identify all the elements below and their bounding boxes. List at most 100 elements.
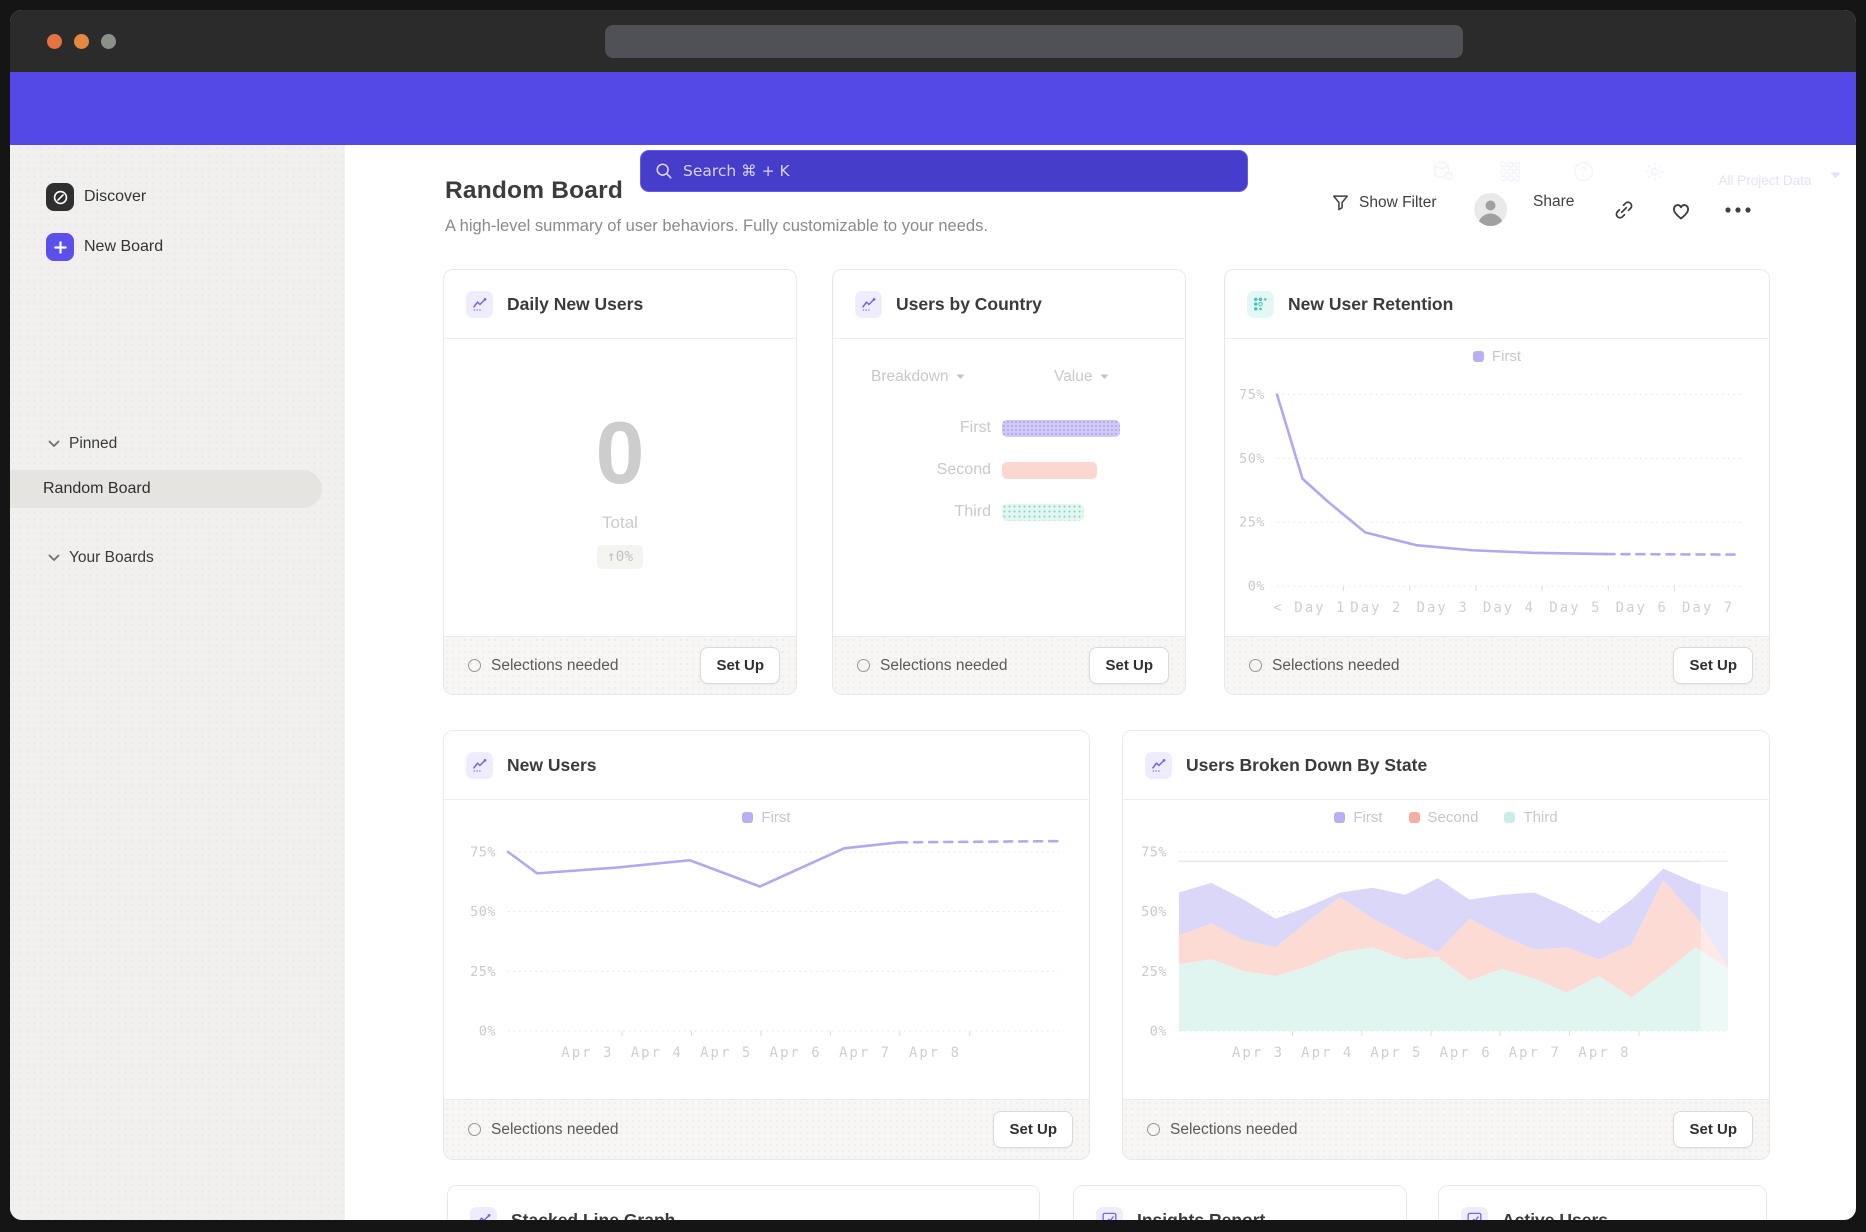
country-row: Third bbox=[833, 504, 1185, 521]
card-title: Insights Report bbox=[1137, 1210, 1265, 1221]
status-circle-icon bbox=[857, 659, 870, 672]
svg-text:Apr 6: Apr 6 bbox=[1439, 1045, 1491, 1061]
value-select-label: Value bbox=[1054, 368, 1093, 386]
status-text: Selections needed bbox=[1170, 1121, 1673, 1139]
svg-text:25%: 25% bbox=[470, 964, 496, 980]
sidebar-item-new-board[interactable]: New Board bbox=[46, 233, 163, 261]
metric-value: 0 bbox=[596, 409, 645, 497]
window-titlebar bbox=[10, 10, 1856, 72]
country-row-bar bbox=[1002, 420, 1120, 437]
card-footer: Selections needed Set Up bbox=[833, 636, 1185, 694]
card-footer: Selections needed Set Up bbox=[444, 636, 796, 694]
svg-text:Day 3: Day 3 bbox=[1417, 600, 1469, 616]
svg-text:50%: 50% bbox=[470, 904, 496, 920]
sidebar-section-pinned[interactable]: Pinned bbox=[48, 435, 117, 453]
svg-text:Apr 8: Apr 8 bbox=[1578, 1045, 1630, 1061]
breakdown-select[interactable]: Breakdown bbox=[871, 368, 965, 386]
svg-text:0%: 0% bbox=[1248, 579, 1265, 595]
svg-text:Apr 4: Apr 4 bbox=[1301, 1045, 1353, 1061]
report-chart-icon bbox=[1096, 1207, 1123, 1221]
caret-down-icon bbox=[1100, 374, 1109, 380]
browser-window: BoardsReportsUsersEvents Search ⌘ + K bbox=[10, 10, 1856, 1220]
svg-text:< Day 1: < Day 1 bbox=[1273, 600, 1346, 616]
more-options-icon[interactable] bbox=[1723, 205, 1753, 215]
screen: BoardsReportsUsersEvents Search ⌘ + K bbox=[0, 0, 1866, 1232]
set-up-button[interactable]: Set Up bbox=[1673, 647, 1753, 684]
svg-text:Apr 4: Apr 4 bbox=[631, 1045, 683, 1061]
country-row-label: Third bbox=[833, 503, 991, 521]
sidebar-item-discover[interactable]: Discover bbox=[46, 183, 146, 211]
caret-down-icon bbox=[956, 374, 965, 380]
sidebar-section-label: Pinned bbox=[69, 435, 117, 453]
insights-chart-icon bbox=[855, 291, 882, 318]
value-select[interactable]: Value bbox=[1054, 368, 1109, 386]
org-name: Organization bbox=[1704, 152, 1826, 172]
metric-label: Total bbox=[602, 513, 638, 533]
card-header: Users by Country bbox=[833, 270, 1185, 339]
copy-link-icon[interactable] bbox=[1613, 199, 1635, 221]
svg-text:50%: 50% bbox=[1239, 451, 1265, 467]
set-up-button[interactable]: Set Up bbox=[1673, 1111, 1753, 1148]
set-up-button[interactable]: Set Up bbox=[700, 647, 780, 684]
svg-text:?: ? bbox=[1580, 167, 1587, 179]
stacked-area-chart: 75%50%25%0%Apr 3Apr 4Apr 5Apr 6Apr 7Apr … bbox=[1123, 800, 1769, 1101]
sidebar: Discover New Board Pinned Random Board Y… bbox=[10, 145, 345, 1220]
card-footer: Selections needed Set Up bbox=[444, 1099, 1089, 1159]
country-row-label: Second bbox=[833, 461, 991, 479]
svg-text:75%: 75% bbox=[1141, 844, 1167, 860]
favorite-heart-icon[interactable] bbox=[1669, 199, 1693, 221]
sidebar-board-random-board[interactable]: Random Board bbox=[10, 470, 322, 508]
card-daily-new-users: Daily New Users 0 Total ↑0% Selections n… bbox=[443, 269, 797, 695]
search-input[interactable]: Search ⌘ + K bbox=[640, 150, 1248, 192]
svg-text:Day 6: Day 6 bbox=[1616, 600, 1668, 616]
page-title: Random Board bbox=[445, 177, 623, 205]
sidebar-section-your-boards[interactable]: Your Boards bbox=[48, 549, 154, 567]
avatar[interactable] bbox=[1474, 193, 1507, 226]
show-filter-label: Show Filter bbox=[1359, 194, 1437, 212]
help-icon[interactable]: ? bbox=[1572, 160, 1595, 183]
country-row-label: First bbox=[833, 419, 991, 437]
metric-delta-badge: ↑0% bbox=[597, 545, 643, 569]
minimize-window-button[interactable] bbox=[74, 34, 89, 49]
card-title: New User Retention bbox=[1288, 294, 1453, 315]
zoom-window-button[interactable] bbox=[101, 34, 116, 49]
card-header: Active Users bbox=[1439, 1186, 1766, 1220]
share-button[interactable]: Share bbox=[1533, 193, 1574, 211]
svg-text:Apr 7: Apr 7 bbox=[1509, 1045, 1561, 1061]
svg-text:Apr 7: Apr 7 bbox=[839, 1045, 891, 1061]
card-users-by-country: Users by Country Breakdown Value First Se… bbox=[832, 269, 1186, 695]
card-active-users: Active Users bbox=[1438, 1185, 1767, 1220]
svg-text:50%: 50% bbox=[1141, 904, 1167, 920]
big-number-body: 0 Total ↑0% bbox=[444, 339, 796, 638]
sidebar-item-label: New Board bbox=[84, 238, 163, 256]
settings-gear-icon[interactable] bbox=[1643, 160, 1666, 183]
close-window-button[interactable] bbox=[47, 34, 62, 49]
data-management-icon[interactable] bbox=[1432, 160, 1455, 183]
svg-text:Apr 8: Apr 8 bbox=[909, 1045, 961, 1061]
card-insights-report: Insights Report bbox=[1073, 1185, 1407, 1220]
sidebar-section-label: Your Boards bbox=[69, 549, 154, 567]
set-up-button[interactable]: Set Up bbox=[1089, 647, 1169, 684]
status-text: Selections needed bbox=[491, 1121, 993, 1139]
chevron-down-icon bbox=[48, 554, 60, 562]
show-filter-button[interactable]: Show Filter bbox=[1331, 193, 1437, 212]
svg-text:75%: 75% bbox=[470, 844, 496, 860]
svg-text:25%: 25% bbox=[1141, 964, 1167, 980]
card-new-users: New Users 75%50%25%0%Apr 3Apr 4Apr 5Apr … bbox=[443, 730, 1090, 1160]
new-users-line-chart: 75%50%25%0%Apr 3Apr 4Apr 5Apr 6Apr 7Apr … bbox=[444, 800, 1089, 1101]
sidebar-board-label: Random Board bbox=[43, 480, 151, 498]
chevron-down-icon bbox=[1830, 172, 1841, 179]
status-circle-icon bbox=[1249, 659, 1262, 672]
apps-grid-icon[interactable] bbox=[1499, 160, 1522, 183]
address-bar[interactable] bbox=[605, 25, 1463, 58]
svg-text:Day 4: Day 4 bbox=[1483, 600, 1535, 616]
card-header: Users Broken Down By State bbox=[1123, 731, 1769, 800]
country-row-bar bbox=[1002, 462, 1097, 479]
share-label: Share bbox=[1533, 193, 1574, 211]
filter-funnel-icon bbox=[1331, 193, 1350, 212]
org-switcher[interactable]: Organization All Project Data bbox=[1704, 152, 1826, 190]
card-title: New Users bbox=[507, 755, 597, 776]
set-up-button[interactable]: Set Up bbox=[993, 1111, 1073, 1148]
svg-text:Apr 6: Apr 6 bbox=[770, 1045, 822, 1061]
page-subtitle: A high-level summary of user behaviors. … bbox=[445, 217, 988, 236]
